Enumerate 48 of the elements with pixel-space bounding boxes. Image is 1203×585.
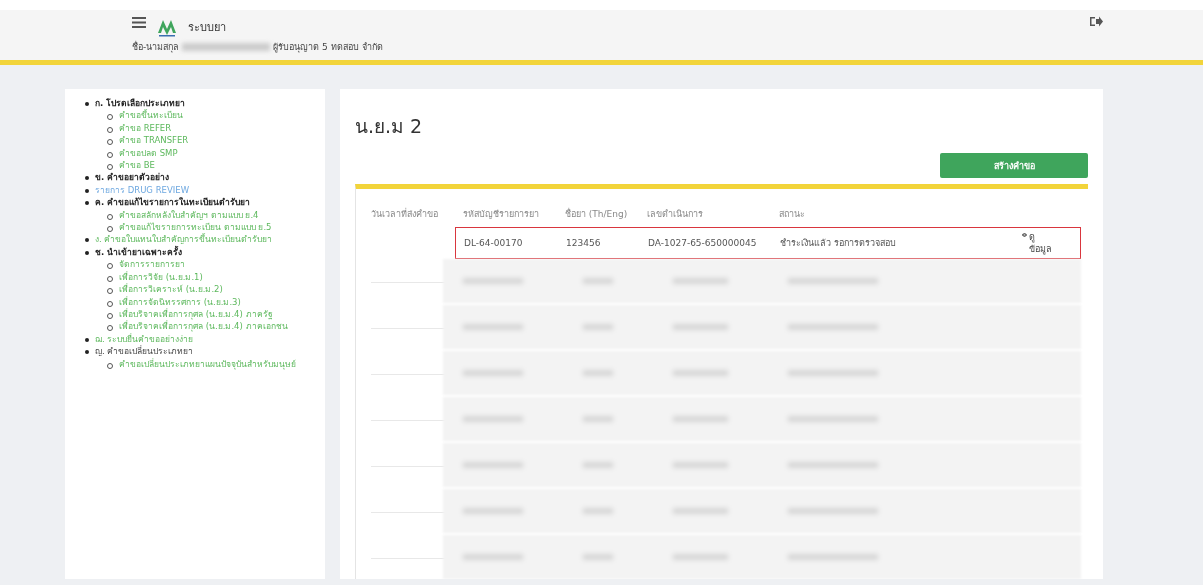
menu-link[interactable]: เพื่อบริจาคเพื่อการกุศล (น.ย.ม.4) ภาครัฐ: [119, 307, 273, 321]
bullet-icon: [85, 337, 89, 342]
bullet-icon: [85, 238, 89, 243]
bullet-icon: [85, 188, 89, 193]
menu-link[interactable]: คำขอ BE: [119, 159, 155, 172]
menu-link[interactable]: ง. คำขอใบแทนใบสำคัญการขึ้นทะเบียนตำรับยา: [95, 233, 273, 246]
table-cell-text: 123456: [566, 237, 602, 250]
table-cell-text: DA-1027-65-650000045: [648, 237, 758, 250]
menu-link[interactable]: เพื่อการวิจัย (น.ย.ม.1): [119, 270, 203, 284]
logout-icon[interactable]: [1090, 16, 1103, 27]
bullet-icon: [85, 201, 89, 206]
column-header: สถานะ: [779, 208, 806, 221]
menu-link[interactable]: ฌ. ระบบยื่นคำขออย่างง่าย: [95, 332, 194, 346]
user-label: ชื่อ-นามสกุล: [132, 40, 180, 54]
menu-link[interactable]: จัดการรายการยา: [119, 258, 185, 271]
menu-link[interactable]: เพื่อบริจาคเพื่อการกุศล (น.ย.ม.4) ภาคเอกชน: [119, 320, 288, 333]
column-header: เลขดำเนินการ: [647, 208, 704, 221]
menu-link[interactable]: ช. นำเข้ายาเฉพาะครั้ง: [95, 245, 183, 259]
menu-link[interactable]: คำขอ REFER: [119, 121, 172, 135]
eye-icon: [1022, 231, 1027, 239]
menu-link[interactable]: เพื่อการจัดนิทรรศการ (น.ย.ม.3): [119, 295, 241, 308]
menu-link[interactable]: คำขอสลักหลังใบสำคัญฯ ตามแบบ ย.4: [119, 208, 259, 222]
page-title: น.ย.ม 2: [355, 114, 424, 139]
app-title: ระบบยา: [188, 19, 226, 36]
column-header: รหัสบัญชีรายการยา: [463, 208, 540, 221]
menu-link[interactable]: ญ. คำขอเปลี่ยนประเภทยา: [95, 345, 194, 358]
create-request-button[interactable]: สร้างคำขอ: [940, 153, 1088, 178]
menu-link[interactable]: คำขอแก้ไขรายการทะเบียน ตามแบบ ย.5: [119, 221, 272, 234]
menu-link[interactable]: รายการ DRUG REVIEW: [95, 183, 190, 197]
menu-link[interactable]: คำขอปลด SMP: [119, 146, 178, 160]
menu-link[interactable]: ก. โปรดเลือกประเภทยา: [95, 97, 186, 110]
bullet-icon: [85, 250, 89, 255]
menu-link[interactable]: ข. คำขอยาตัวอย่าง: [95, 171, 170, 184]
menu-link[interactable]: คำขอ TRANSFER: [119, 134, 189, 147]
menu-link[interactable]: เพื่อการวิเคราะห์ (น.ย.ม.2): [119, 283, 223, 296]
menu-link[interactable]: คำขอเปลี่ยนประเภทยาแผนปัจจุบันสำหรับมนุษย์: [119, 357, 296, 370]
menu-icon[interactable]: [132, 16, 146, 28]
table-cell-text: ชำระเงินแล้ว รอการตรวจสอบ: [780, 237, 897, 250]
column-header: วันเวลาที่ส่งคำขอ: [371, 207, 439, 221]
company-name: ผู้รับอนุญาต 5 ทดสอบ จำกัด: [273, 40, 383, 54]
menu-link[interactable]: ค. คำขอแก้ไขรายการในทะเบียนตำรับยา: [95, 196, 251, 209]
menu-link[interactable]: คำขอขึ้นทะเบียน: [119, 109, 183, 122]
bullet-icon: [85, 176, 89, 181]
view-link[interactable]: ดูข้อมูล: [1022, 231, 1052, 255]
bullet-icon: [85, 102, 89, 106]
table-cell-text: DL-64-00170: [464, 237, 524, 250]
bullet-icon: [85, 350, 89, 355]
column-header: ชื่อยา (Th/Eng): [565, 207, 629, 221]
